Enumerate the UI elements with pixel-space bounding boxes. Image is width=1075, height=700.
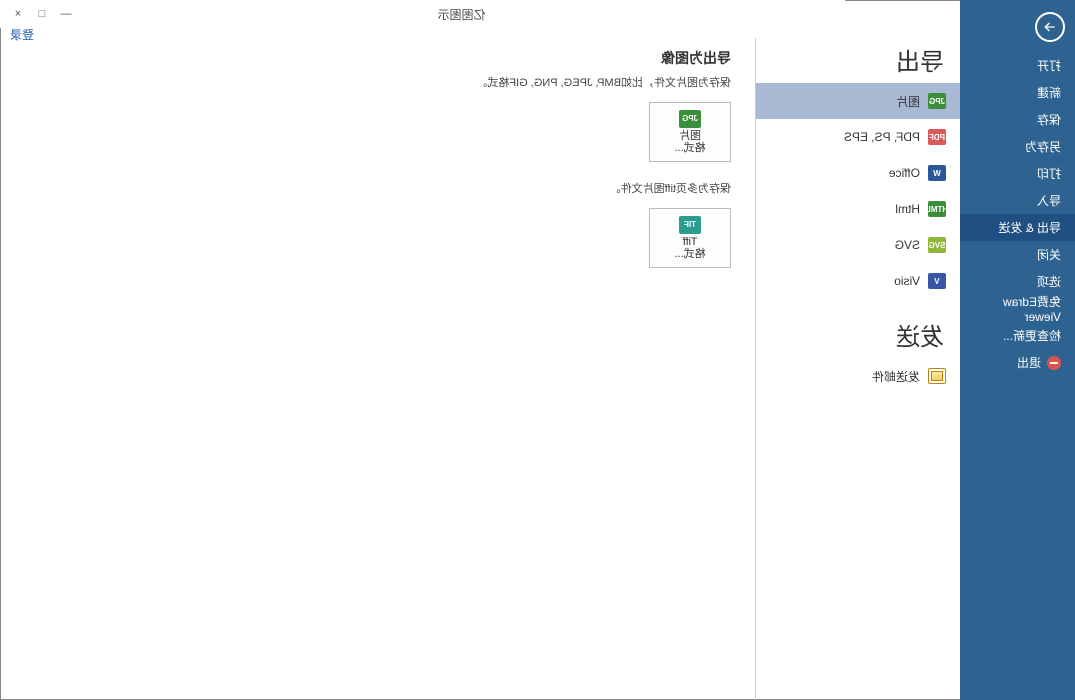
image-file-icon: JPG [679, 110, 701, 128]
exit-icon [1047, 356, 1061, 370]
mail-icon [928, 368, 946, 384]
window-title: 亿图图示 [78, 6, 845, 23]
export-cat-pdf[interactable]: PDF PDF, PS, EPS [756, 119, 960, 155]
export-image-heading: 导出为图像 [20, 48, 731, 68]
export-cat-label: SVG [895, 238, 920, 252]
sidebar-item-open[interactable]: 打开 [960, 52, 1075, 79]
window-close-button[interactable]: × [6, 4, 30, 24]
export-heading: 导出 [756, 38, 960, 83]
arrow-right-circle-icon [1042, 19, 1058, 35]
sidebar-item-export-send[interactable]: 导出 & 发送 [960, 214, 1075, 241]
tiff-file-icon: TIF [679, 216, 701, 234]
titlebar: × □ — 亿图图示 [0, 0, 845, 28]
sidebar-item-viewer[interactable]: 免费Edraw Viewer [960, 295, 1075, 322]
sidebar-item-save[interactable]: 保存 [960, 106, 1075, 133]
export-tiff-desc: 保存为多页tiff图片文件。 [20, 180, 731, 196]
sidebar-item-exit[interactable]: 退出 [960, 349, 1075, 376]
export-cat-label: 图片 [896, 93, 920, 110]
sidebar-item-close[interactable]: 关闭 [960, 241, 1075, 268]
sidebar-item-update[interactable]: 检查更新... [960, 322, 1075, 349]
export-image-desc: 保存为图片文件，比如BMP, JPEG, PNG, GIF格式。 [20, 74, 731, 90]
send-heading: 发送 [756, 299, 960, 358]
export-cat-image[interactable]: JPG 图片 [756, 83, 960, 119]
export-cat-label: PDF, PS, EPS [844, 130, 920, 144]
export-cat-label: Office [889, 166, 920, 180]
window-maximize-button[interactable]: □ [30, 4, 54, 24]
action-label: Tiff格式... [674, 236, 705, 260]
export-cat-label: Visio [894, 274, 920, 288]
action-label: 图片格式... [674, 130, 705, 154]
pdf-file-icon: PDF [928, 129, 946, 145]
export-tiff-button[interactable]: TIF Tiff格式... [649, 208, 731, 268]
word-file-icon: W [928, 165, 946, 181]
export-image-button[interactable]: JPG 图片格式... [649, 102, 731, 162]
export-cat-svg[interactable]: SVG SVG [756, 227, 960, 263]
export-cat-label: Html [895, 202, 920, 216]
sidebar-item-print[interactable]: 打印 [960, 160, 1075, 187]
send-email[interactable]: 发送邮件 [756, 358, 960, 394]
window-minimize-button[interactable]: — [54, 4, 78, 24]
backstage-sidebar: 打开 新建 保存 另存为 打印 导入 导出 & 发送 关闭 选项 免费Edraw… [960, 0, 1075, 700]
export-category-column: 导出 JPG 图片 PDF PDF, PS, EPS W Office HTML… [756, 38, 960, 700]
export-cat-html[interactable]: HTML Html [756, 191, 960, 227]
export-cat-visio[interactable]: V Visio [756, 263, 960, 299]
svg-file-icon: SVG [928, 237, 946, 253]
back-arrow-button[interactable] [1035, 12, 1065, 42]
sidebar-item-import[interactable]: 导入 [960, 187, 1075, 214]
sidebar-item-options[interactable]: 选项 [960, 268, 1075, 295]
visio-file-icon: V [928, 273, 946, 289]
export-main-panel: 导出为图像 保存为图片文件，比如BMP, JPEG, PNG, GIF格式。 J… [0, 38, 756, 700]
image-file-icon: JPG [928, 93, 946, 109]
sidebar-item-save-as[interactable]: 另存为 [960, 133, 1075, 160]
export-cat-office[interactable]: W Office [756, 155, 960, 191]
sidebar-item-new[interactable]: 新建 [960, 79, 1075, 106]
html-file-icon: HTML [928, 201, 946, 217]
send-item-label: 发送邮件 [872, 368, 920, 385]
